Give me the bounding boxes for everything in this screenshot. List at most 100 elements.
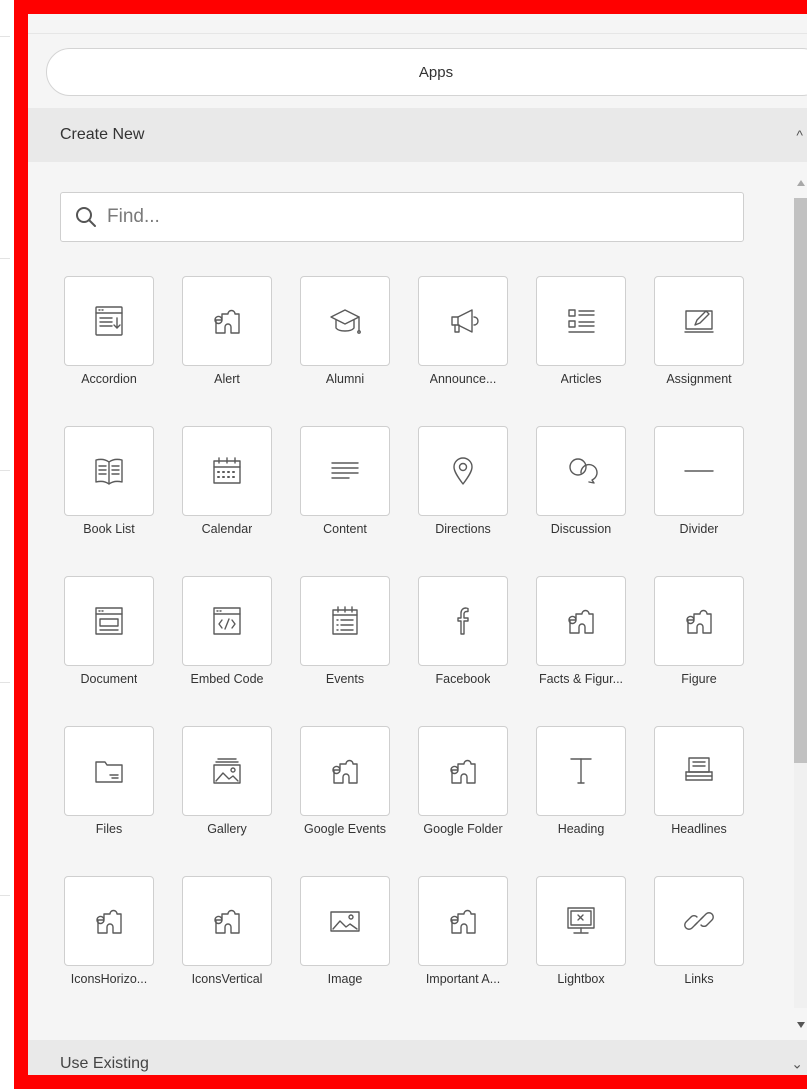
map-pin-icon	[453, 457, 473, 485]
app-tile-document[interactable]: Document	[50, 576, 168, 726]
text-cursor-icon	[570, 758, 592, 784]
app-tile-box[interactable]	[654, 876, 744, 966]
app-tile-label: Facts & Figur...	[538, 672, 624, 686]
app-tile-box[interactable]	[64, 276, 154, 366]
app-tile-label: Alert	[214, 372, 240, 386]
app-tile-articles[interactable]: Articles	[522, 276, 640, 426]
app-tile-box[interactable]	[300, 876, 390, 966]
app-tile-accordion[interactable]: Accordion	[50, 276, 168, 426]
app-tile-label: Book List	[83, 522, 135, 536]
chevron-up-icon[interactable]: ^	[796, 127, 803, 143]
app-tile-box[interactable]	[64, 726, 154, 816]
create-new-header[interactable]: Create New ^	[28, 108, 807, 162]
app-tile-box[interactable]	[64, 576, 154, 666]
app-tile-box[interactable]	[300, 276, 390, 366]
panel-scrollbar[interactable]	[791, 172, 807, 1032]
folder-icon	[95, 761, 123, 783]
app-tile-box[interactable]	[300, 426, 390, 516]
app-tile-label: Google Folder	[423, 822, 503, 836]
app-tile-box[interactable]	[300, 726, 390, 816]
app-tile-discussion[interactable]: Discussion	[522, 426, 640, 576]
app-tile-directions[interactable]: Directions	[404, 426, 522, 576]
app-tile-image[interactable]: Image	[286, 876, 404, 1026]
puzzle-icon	[332, 759, 358, 784]
app-tile-alumni[interactable]: Alumni	[286, 276, 404, 426]
search-input[interactable]	[107, 206, 707, 228]
app-tile-content[interactable]: Content	[286, 426, 404, 576]
app-tile-label: IconsHorizo...	[70, 972, 148, 986]
app-tile-box[interactable]	[536, 426, 626, 516]
megaphone-icon	[451, 309, 479, 333]
app-tile-box[interactable]	[300, 576, 390, 666]
app-tile-box[interactable]	[536, 876, 626, 966]
app-tile-box[interactable]	[182, 726, 272, 816]
speech-bubbles-icon	[569, 458, 598, 484]
app-tile-facts-figur[interactable]: Facts & Figur...	[522, 576, 640, 726]
puzzle-icon	[96, 909, 122, 934]
app-tile-google-folder[interactable]: Google Folder	[404, 726, 522, 876]
app-tile-divider[interactable]: Divider	[640, 426, 758, 576]
lightbox-monitor-icon	[567, 907, 595, 934]
text-lines-icon	[331, 462, 359, 479]
app-tile-box[interactable]	[64, 426, 154, 516]
app-tile-box[interactable]	[182, 276, 272, 366]
app-tile-alert[interactable]: Alert	[168, 276, 286, 426]
gutter-divider	[0, 258, 10, 259]
app-tile-links[interactable]: Links	[640, 876, 758, 1026]
app-tile-box[interactable]	[536, 576, 626, 666]
app-tile-box[interactable]	[654, 726, 744, 816]
app-tile-box[interactable]	[654, 276, 744, 366]
app-tile-figure[interactable]: Figure	[640, 576, 758, 726]
app-tile-embed-code[interactable]: Embed Code	[168, 576, 286, 726]
app-tile-box[interactable]	[182, 876, 272, 966]
app-tile-events[interactable]: Events	[286, 576, 404, 726]
app-tile-box[interactable]	[536, 726, 626, 816]
app-tile-box[interactable]	[418, 726, 508, 816]
scroll-up-arrow[interactable]	[797, 180, 805, 186]
facebook-icon	[457, 607, 469, 635]
app-tile-important-a[interactable]: Important A...	[404, 876, 522, 1026]
create-new-title: Create New	[60, 126, 145, 143]
app-tile-headlines[interactable]: Headlines	[640, 726, 758, 876]
app-tile-label: Image	[327, 972, 363, 986]
app-tile-box[interactable]	[418, 576, 508, 666]
app-tile-label: Assignment	[666, 372, 732, 386]
app-tile-box[interactable]	[182, 576, 272, 666]
scrollbar-thumb[interactable]	[794, 198, 807, 763]
app-tile-box[interactable]	[182, 426, 272, 516]
chevron-down-icon[interactable]: ⌄	[791, 1056, 803, 1073]
puzzle-icon	[568, 609, 594, 634]
search-box[interactable]	[60, 192, 744, 242]
app-tile-label: Divider	[679, 522, 719, 536]
app-tile-lightbox[interactable]: Lightbox	[522, 876, 640, 1026]
app-tile-gallery[interactable]: Gallery	[168, 726, 286, 876]
app-tile-box[interactable]	[418, 876, 508, 966]
app-tile-book-list[interactable]: Book List	[50, 426, 168, 576]
app-tile-box[interactable]	[418, 426, 508, 516]
events-calendar-icon	[332, 606, 358, 635]
app-tile-box[interactable]	[536, 276, 626, 366]
app-tile-assignment[interactable]: Assignment	[640, 276, 758, 426]
app-tile-facebook[interactable]: Facebook	[404, 576, 522, 726]
create-new-panel: Accordion Alert Alumni Announce... Articles A…	[28, 162, 807, 1040]
app-tile-label: Google Events	[304, 822, 386, 836]
search-icon	[76, 207, 96, 227]
app-tile-iconshorizo[interactable]: IconsHorizo...	[50, 876, 168, 1026]
top-strip	[28, 14, 807, 34]
apps-button[interactable]: Apps	[46, 48, 807, 96]
app-tile-heading[interactable]: Heading	[522, 726, 640, 876]
apps-panel: Apps Create New ^ Accordion Alert Alumni An…	[14, 0, 807, 1089]
app-tile-box[interactable]	[654, 576, 744, 666]
app-tile-box[interactable]	[654, 426, 744, 516]
app-tile-iconsvertical[interactable]: IconsVertical	[168, 876, 286, 1026]
app-tile-calendar[interactable]: Calendar	[168, 426, 286, 576]
app-tile-announce[interactable]: Announce...	[404, 276, 522, 426]
use-existing-header[interactable]: Use Existing ⌄	[28, 1040, 807, 1075]
app-tile-box[interactable]	[418, 276, 508, 366]
scroll-down-arrow[interactable]	[797, 1022, 805, 1028]
accordion-icon	[95, 306, 123, 336]
app-grid: Accordion Alert Alumni Announce... Articles A…	[50, 276, 758, 1026]
app-tile-files[interactable]: Files	[50, 726, 168, 876]
app-tile-box[interactable]	[64, 876, 154, 966]
app-tile-google-events[interactable]: Google Events	[286, 726, 404, 876]
